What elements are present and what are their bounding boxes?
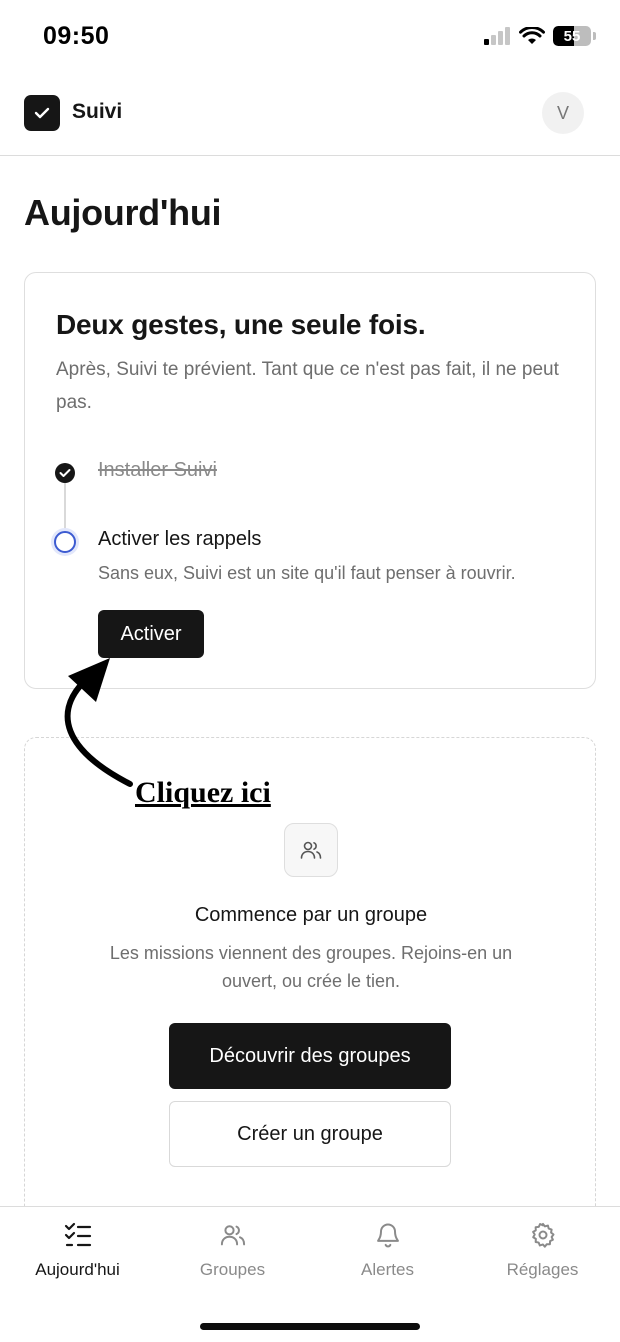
step-connector — [64, 481, 66, 531]
battery-icon: 55 — [553, 26, 591, 46]
step-install-label: Installer Suivi — [98, 459, 217, 481]
nav-item-groupes[interactable]: Groupes — [155, 1219, 310, 1280]
onboarding-title: Deux gestes, une seule fois. — [56, 309, 426, 340]
wifi-icon — [519, 26, 545, 44]
bell-icon — [372, 1219, 404, 1251]
discover-groups-button[interactable]: Découvrir des groupes — [169, 1023, 451, 1089]
app-logo-icon — [24, 95, 60, 131]
signal-icon — [484, 27, 510, 45]
groups-empty-card: Commence par un groupe Les missions vien… — [24, 737, 596, 1257]
battery-level: 55 — [563, 27, 581, 45]
users-icon — [284, 823, 338, 877]
step-done-check-icon — [55, 463, 75, 483]
gear-icon — [527, 1219, 559, 1251]
status-icons: 55 — [483, 26, 596, 46]
status-bar: 09:50 55 — [0, 0, 620, 76]
annotation-label: Cliquez ici — [135, 776, 271, 809]
nav-label-alertes: Alertes — [361, 1260, 414, 1279]
create-group-button[interactable]: Créer un groupe — [169, 1101, 451, 1167]
step-reminders-label: Activer les rappels — [98, 528, 262, 550]
step-reminders-description: Sans eux, Suivi est un site qu'il faut p… — [98, 563, 516, 583]
onboarding-subtitle: Après, Suivi te prévient. Tant que ce n'… — [56, 359, 559, 413]
page-title: Aujourd'hui — [24, 192, 222, 233]
onboarding-card: Deux gestes, une seule fois. Après, Suiv… — [24, 272, 596, 689]
nav-item-aujourdhui[interactable]: Aujourd'hui — [0, 1219, 155, 1280]
groups-empty-title: Commence par un groupe — [194, 904, 428, 926]
nav-label-groupes: Groupes — [199, 1260, 266, 1279]
app-name: Suivi — [72, 100, 123, 123]
nav-label-aujourdhui: Aujourd'hui — [35, 1260, 120, 1279]
battery-tip — [593, 32, 596, 40]
nav-label-reglages: Réglages — [506, 1260, 579, 1279]
home-indicator — [200, 1323, 420, 1330]
nav-item-alertes[interactable]: Alertes — [310, 1219, 465, 1280]
status-time: 09:50 — [43, 22, 110, 50]
users-icon — [217, 1219, 249, 1251]
groups-empty-description: Les missions viennent des groupes. Rejoi… — [109, 943, 513, 991]
avatar[interactable]: V — [542, 92, 584, 134]
step-pending-circle-icon — [54, 531, 76, 553]
checklist-icon — [62, 1219, 94, 1251]
nav-item-reglages[interactable]: Réglages — [465, 1219, 620, 1280]
bottom-nav: Aujourd'hui Groupes Alertes Réglages — [0, 1206, 620, 1342]
app-header: Suivi V — [0, 76, 620, 156]
annotation-arrow-icon — [64, 658, 133, 787]
